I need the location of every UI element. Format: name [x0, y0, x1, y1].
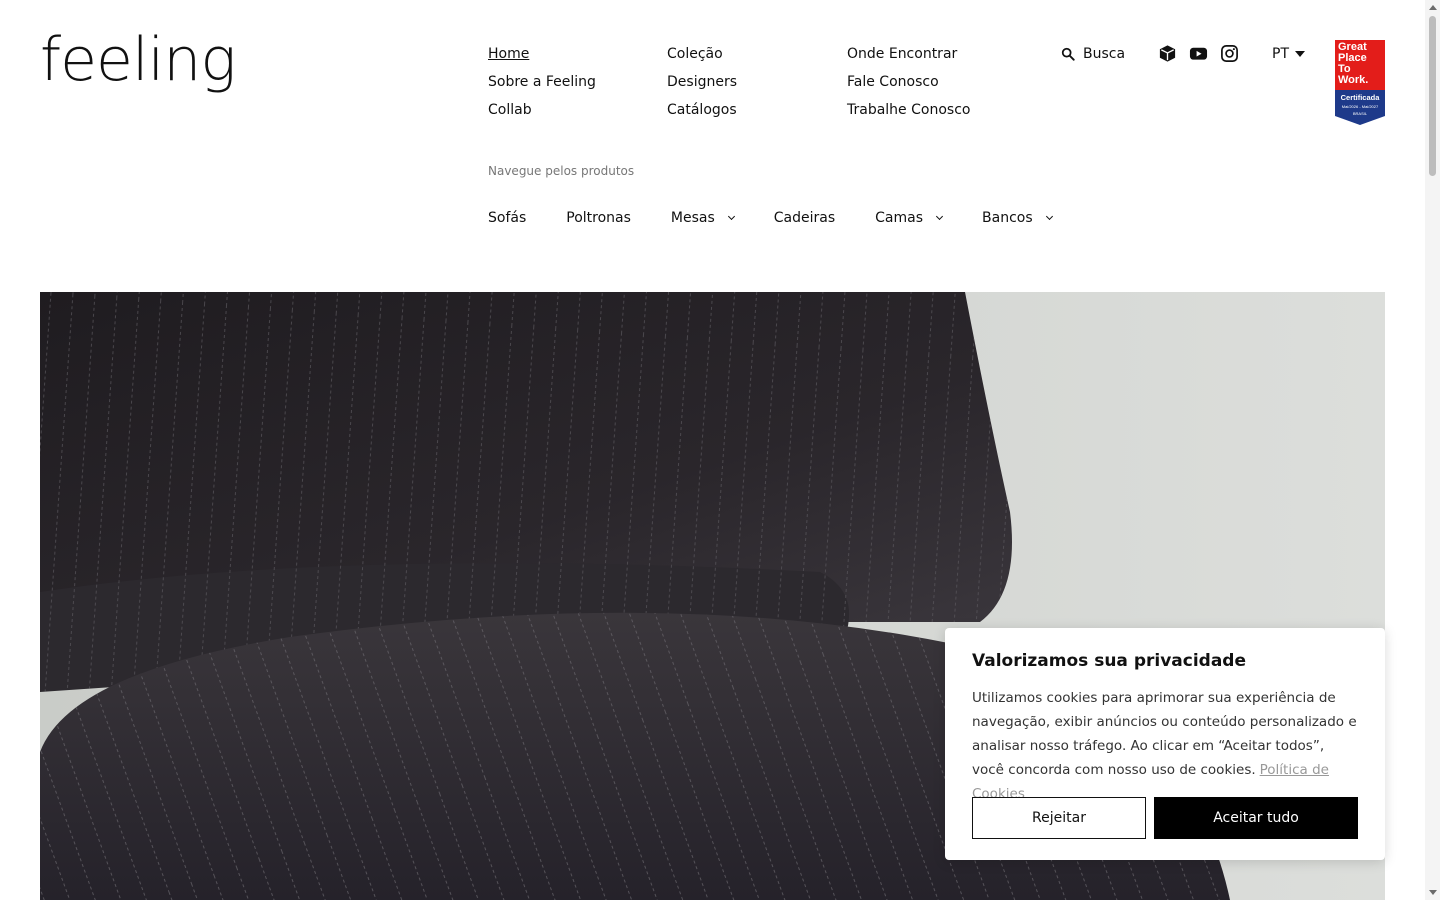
page-scrollbar[interactable] — [1425, 0, 1440, 900]
nav-sobre[interactable]: Sobre a Feeling — [488, 72, 596, 92]
main-nav-column-2: Coleção Designers Catálogos — [667, 44, 737, 120]
cookie-text: Utilizamos cookies para aprimorar sua ex… — [972, 690, 1357, 802]
nav-catalogos[interactable]: Catálogos — [667, 100, 737, 120]
instagram-icon[interactable] — [1220, 44, 1239, 63]
nav-collab[interactable]: Collab — [488, 100, 596, 120]
product-categories: Sofás Poltronas Mesas Cadeiras Camas Ban… — [488, 208, 1053, 228]
badge-certified: Certificada Mai/2026 - Mai/2027 BRASIL — [1335, 90, 1385, 116]
category-camas[interactable]: Camas — [875, 208, 944, 228]
category-sofas[interactable]: Sofás — [488, 208, 526, 228]
badge-title: Great Place To Work. — [1335, 40, 1385, 90]
main-nav-column-3: Onde Encontrar Fale Conosco Trabalhe Con… — [847, 44, 970, 120]
cube-icon[interactable] — [1158, 44, 1177, 63]
search-button[interactable]: Busca — [1061, 44, 1125, 64]
main-nav-column-1: Home Sobre a Feeling Collab — [488, 44, 596, 120]
badge-point — [1335, 116, 1385, 125]
cookie-title: Valorizamos sua privacidade — [972, 651, 1247, 671]
search-label: Busca — [1083, 46, 1126, 62]
search-icon — [1061, 47, 1075, 61]
scroll-up-icon[interactable] — [1429, 5, 1437, 10]
nav-designers[interactable]: Designers — [667, 72, 737, 92]
chevron-down-icon — [1045, 212, 1053, 221]
category-mesas[interactable]: Mesas — [671, 208, 735, 228]
youtube-icon[interactable] — [1189, 44, 1208, 63]
great-place-to-work-badge: Great Place To Work. Certificada Mai/202… — [1335, 40, 1385, 125]
caret-down-icon — [1295, 51, 1305, 57]
category-cadeiras[interactable]: Cadeiras — [774, 208, 835, 228]
nav-colecao[interactable]: Coleção — [667, 44, 737, 64]
nav-trabalhe-conosco[interactable]: Trabalhe Conosco — [847, 100, 970, 120]
nav-home[interactable]: Home — [488, 44, 596, 64]
social-links — [1158, 44, 1239, 63]
nav-fale-conosco[interactable]: Fale Conosco — [847, 72, 970, 92]
category-poltronas[interactable]: Poltronas — [566, 208, 631, 228]
chevron-down-icon — [935, 212, 944, 221]
cookie-banner: Valorizamos sua privacidade Utilizamos c… — [945, 628, 1385, 860]
language-selector[interactable]: PT — [1272, 44, 1305, 64]
scroll-down-icon[interactable] — [1429, 890, 1437, 895]
language-current: PT — [1272, 46, 1289, 62]
nav-onde-encontrar[interactable]: Onde Encontrar — [847, 44, 970, 64]
brand-logo[interactable]: feeling — [40, 30, 236, 90]
accept-cookies-button[interactable]: Aceitar tudo — [1154, 797, 1358, 839]
reject-cookies-button[interactable]: Rejeitar — [972, 797, 1146, 839]
scrollbar-thumb[interactable] — [1429, 16, 1436, 176]
chevron-down-icon — [727, 212, 735, 221]
category-bancos[interactable]: Bancos — [982, 208, 1053, 228]
products-label: Navegue pelos produtos — [488, 164, 635, 178]
